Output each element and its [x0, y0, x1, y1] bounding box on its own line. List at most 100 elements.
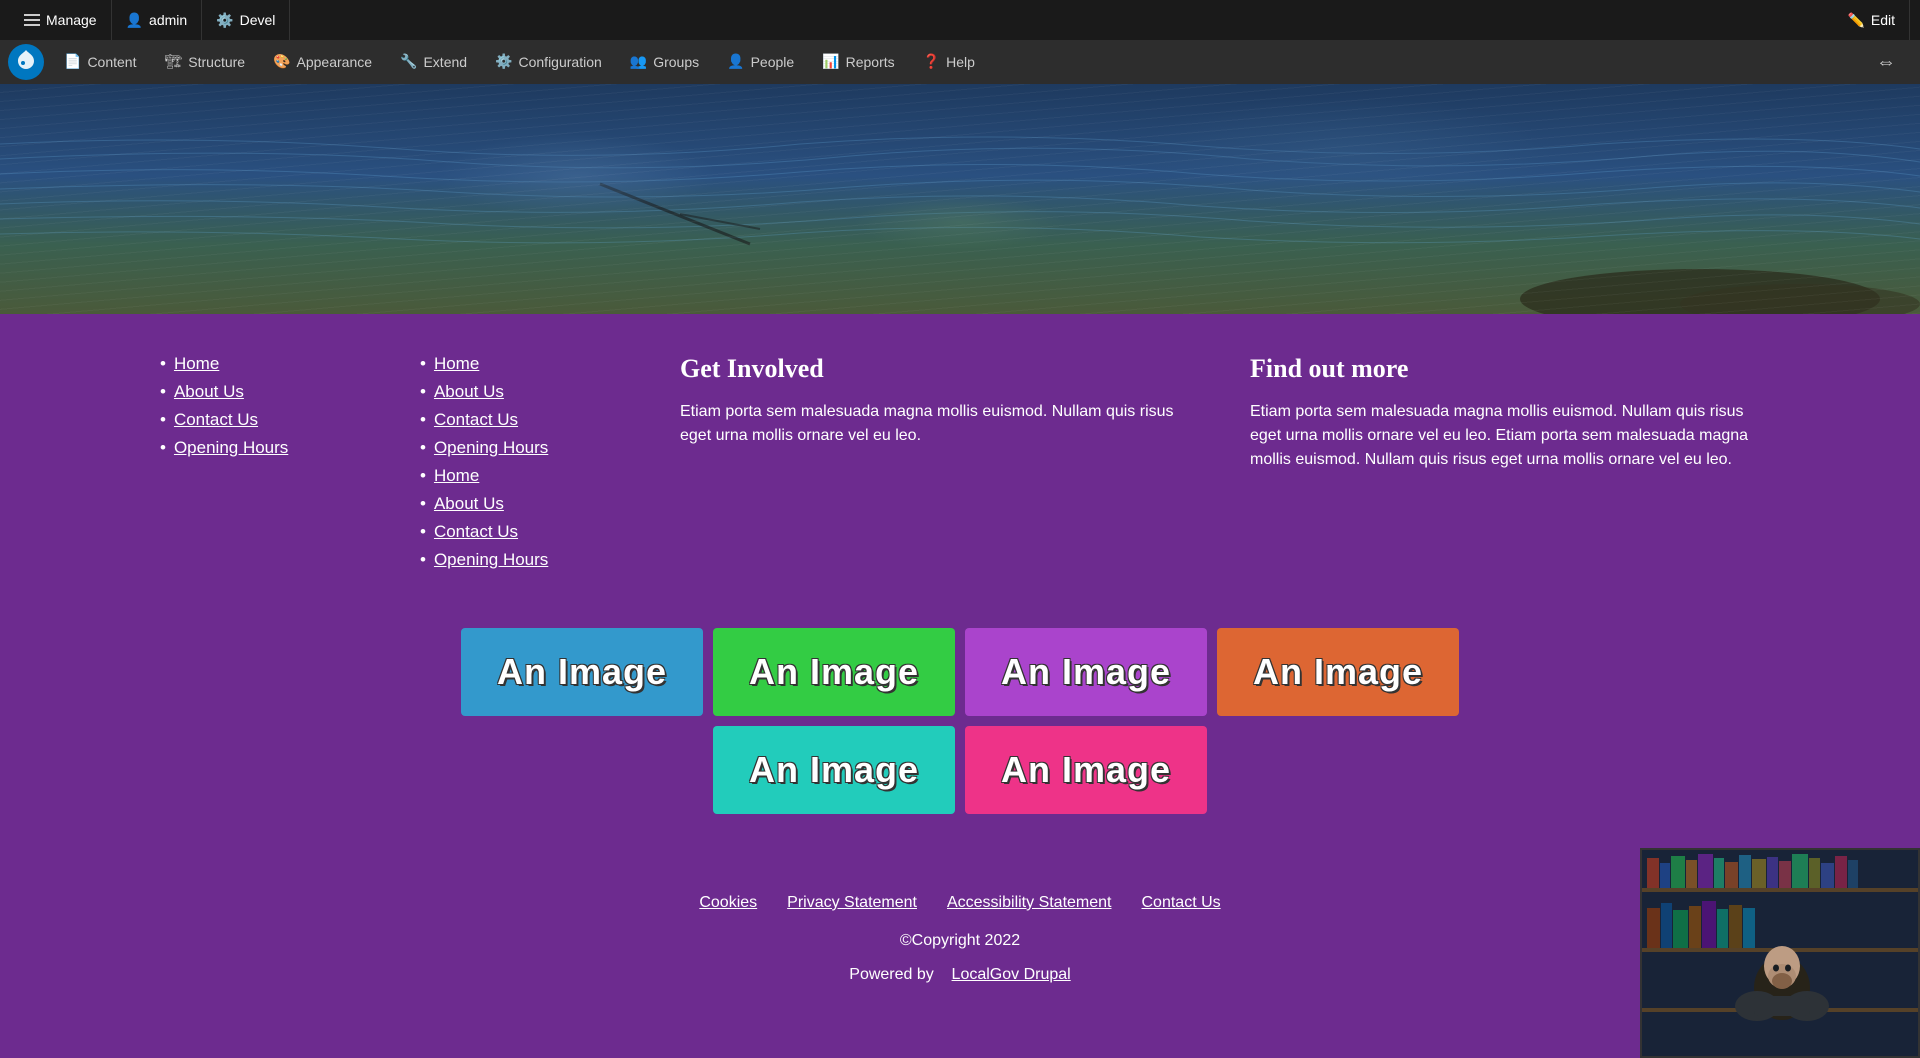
- get-involved-section: Get Involved Etiam porta sem malesuada m…: [680, 354, 1190, 578]
- nav-people-label: People: [751, 54, 795, 70]
- drupal-navbar: Content Structure Appearance Extend Conf…: [0, 40, 1920, 84]
- tile-label-5: An Image: [749, 749, 919, 791]
- list-item: Home: [420, 354, 620, 374]
- tile-label-2: An Image: [749, 651, 919, 693]
- nav-about-1[interactable]: About Us: [174, 382, 244, 402]
- image-tile-4[interactable]: An Image: [1217, 628, 1459, 716]
- structure-icon: [164, 53, 182, 71]
- get-involved-title: Get Involved: [680, 354, 1190, 384]
- nav-home-1[interactable]: Home: [174, 354, 219, 374]
- nav-contact-2b[interactable]: Contact Us: [434, 522, 518, 542]
- image-tile-2[interactable]: An Image: [713, 628, 955, 716]
- nav-list-2: Home About Us Contact Us Opening Hours H…: [420, 354, 620, 570]
- nav-home-2b[interactable]: Home: [434, 466, 479, 486]
- nav-extend-label: Extend: [423, 54, 467, 70]
- nav-configuration[interactable]: Configuration: [481, 40, 616, 84]
- help-icon: [923, 53, 940, 71]
- nav-content-label: Content: [87, 54, 136, 70]
- list-item: Contact Us: [420, 522, 620, 542]
- person-icon: [126, 12, 143, 29]
- nav-configuration-label: Configuration: [519, 54, 602, 70]
- nav-hours-1[interactable]: Opening Hours: [174, 438, 288, 458]
- nav-hours-2a[interactable]: Opening Hours: [434, 438, 548, 458]
- people-icon: [727, 53, 744, 71]
- tile-label-6: An Image: [1001, 749, 1171, 791]
- pencil-icon: [1847, 12, 1864, 29]
- tile-label-3: An Image: [1001, 651, 1171, 693]
- localgov-drupal-link[interactable]: LocalGov Drupal: [952, 966, 1071, 983]
- appearance-icon: [273, 53, 290, 71]
- gear-icon: [216, 12, 233, 29]
- image-row-2: An Image An Image: [713, 726, 1207, 814]
- footer-accessibility[interactable]: Accessibility Statement: [947, 894, 1112, 912]
- image-tile-3[interactable]: An Image: [965, 628, 1207, 716]
- nav-contact-2a[interactable]: Contact Us: [434, 410, 518, 430]
- list-item: Opening Hours: [160, 438, 360, 458]
- image-tile-1[interactable]: An Image: [461, 628, 703, 716]
- hero-image: [0, 84, 1920, 314]
- nav-about-2a[interactable]: About Us: [434, 382, 504, 402]
- footer-contact[interactable]: Contact Us: [1142, 894, 1221, 912]
- footer-cookies[interactable]: Cookies: [699, 894, 757, 912]
- footer-powered: Powered by LocalGov Drupal: [0, 966, 1920, 984]
- nav-help[interactable]: Help: [909, 40, 989, 84]
- image-tile-5[interactable]: An Image: [713, 726, 955, 814]
- edit-menu-item[interactable]: Edit: [1833, 0, 1910, 40]
- devel-label: Devel: [240, 12, 276, 28]
- footer-copyright: ©Copyright 2022: [0, 932, 1920, 950]
- webcam-overlay: [1640, 848, 1920, 1058]
- list-item: About Us: [160, 382, 360, 402]
- nav-structure[interactable]: Structure: [150, 40, 259, 84]
- list-item: Home: [160, 354, 360, 374]
- groups-icon: [630, 53, 647, 71]
- list-item: Opening Hours: [420, 550, 620, 570]
- main-content: Home About Us Contact Us Opening Hours H…: [0, 314, 1920, 874]
- get-involved-body: Etiam porta sem malesuada magna mollis e…: [680, 400, 1190, 448]
- nav-list-1: Home About Us Contact Us Opening Hours: [160, 354, 360, 458]
- find-out-more-body: Etiam porta sem malesuada magna mollis e…: [1250, 400, 1760, 472]
- nav-appearance[interactable]: Appearance: [259, 40, 386, 84]
- footer-privacy[interactable]: Privacy Statement: [787, 894, 917, 912]
- nav-col-2: Home About Us Contact Us Opening Hours H…: [420, 354, 620, 578]
- footer-links: Cookies Privacy Statement Accessibility …: [0, 894, 1920, 912]
- nav-hours-2b[interactable]: Opening Hours: [434, 550, 548, 570]
- content-icon: [64, 53, 81, 71]
- webcam-background: [1642, 850, 1918, 1056]
- hamburger-icon: [24, 14, 40, 26]
- nav-content[interactable]: Content: [50, 40, 150, 84]
- admin-menu-item[interactable]: admin: [112, 0, 203, 40]
- nav-help-label: Help: [946, 54, 975, 70]
- list-item: Contact Us: [420, 410, 620, 430]
- nav-people[interactable]: People: [713, 40, 808, 84]
- tile-label-1: An Image: [497, 651, 667, 693]
- nav-home-2a[interactable]: Home: [434, 354, 479, 374]
- admin-label: admin: [149, 12, 187, 28]
- search-toggle[interactable]: ⇔: [1876, 51, 1896, 73]
- nav-about-2b[interactable]: About Us: [434, 494, 504, 514]
- nav-col-1: Home About Us Contact Us Opening Hours: [160, 354, 360, 578]
- manage-menu-item[interactable]: Manage: [10, 0, 112, 40]
- nav-contact-1[interactable]: Contact Us: [174, 410, 258, 430]
- devel-menu-item[interactable]: Devel: [202, 0, 290, 40]
- drupal-logo[interactable]: [8, 44, 44, 80]
- nav-appearance-label: Appearance: [297, 54, 373, 70]
- nav-info-section: Home About Us Contact Us Opening Hours H…: [160, 354, 1760, 578]
- list-item: About Us: [420, 382, 620, 402]
- nav-groups[interactable]: Groups: [616, 40, 713, 84]
- reports-icon: [822, 53, 839, 71]
- list-item: Opening Hours: [420, 438, 620, 458]
- list-item: Home: [420, 466, 620, 486]
- manage-label: Manage: [46, 12, 97, 28]
- list-item: Contact Us: [160, 410, 360, 430]
- image-tile-6[interactable]: An Image: [965, 726, 1207, 814]
- footer: Cookies Privacy Statement Accessibility …: [0, 874, 1920, 1024]
- nav-extend[interactable]: Extend: [386, 40, 481, 84]
- edit-label: Edit: [1871, 12, 1895, 28]
- extend-icon: [400, 53, 417, 71]
- nav-reports[interactable]: Reports: [808, 40, 908, 84]
- admin-toolbar: Manage admin Devel Edit: [0, 0, 1920, 40]
- image-grid: An Image An Image An Image An Image An I…: [160, 628, 1760, 814]
- list-item: About Us: [420, 494, 620, 514]
- find-out-more-title: Find out more: [1250, 354, 1760, 384]
- config-icon: [495, 53, 512, 71]
